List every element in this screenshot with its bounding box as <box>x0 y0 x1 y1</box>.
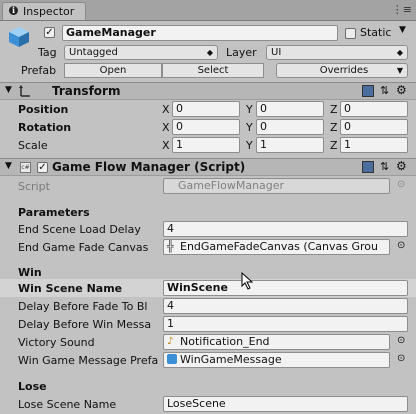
object-picker-icon[interactable]: ⊙ <box>397 335 405 346</box>
active-checkbox[interactable]: ✓ <box>44 27 55 38</box>
foldout-arrow-icon[interactable]: ▼ <box>5 161 12 171</box>
script-field: GameFlowManager <box>163 178 390 194</box>
win-prefab-label: Win Game Message Prefa <box>18 354 159 367</box>
rotation-label: Rotation <box>18 121 72 134</box>
object-picker-icon: ⊙ <box>397 179 406 190</box>
tag-dropdown[interactable]: Untagged ◆ <box>64 45 218 60</box>
rotation-x-label[interactable]: X <box>162 121 170 134</box>
gameobject-cube-icon <box>9 27 29 47</box>
fade-canvas-value: EndGameFadeCanvas (Canvas Grou <box>180 240 378 253</box>
scale-z-field[interactable]: 1 <box>340 137 408 153</box>
script-label: Script <box>18 180 50 193</box>
object-picker-icon[interactable]: ⊙ <box>397 353 405 364</box>
end-delay-field[interactable]: 4 <box>163 221 408 237</box>
scale-y-field[interactable]: 1 <box>256 137 324 153</box>
delay-win-field[interactable]: 1 <box>163 316 408 332</box>
scale-x-field[interactable]: 1 <box>172 137 240 153</box>
lose-scene-label: Lose Scene Name <box>18 398 117 411</box>
lose-scene-field[interactable]: LoseScene <box>163 396 408 412</box>
delay-fade-label: Delay Before Fade To Bl <box>18 300 148 313</box>
win-prefab-field[interactable]: WinGameMessage <box>163 352 390 368</box>
script-component-title: Game Flow Manager (Script) <box>52 160 246 174</box>
audio-clip-icon: ♪ <box>167 336 174 347</box>
position-z-label[interactable]: Z <box>330 103 338 116</box>
tab-bar: i Inspector ⋮≡ <box>0 0 416 21</box>
tag-label: Tag <box>38 46 57 59</box>
static-label: Static <box>360 26 392 39</box>
info-icon: i <box>9 6 18 15</box>
scale-y-label[interactable]: Y <box>246 139 253 152</box>
mouse-cursor-icon <box>241 272 254 290</box>
win-prefab-value: WinGameMessage <box>180 353 282 366</box>
fade-canvas-field[interactable]: ╬ EndGameFadeCanvas (Canvas Grou <box>163 239 390 255</box>
win-header: Win <box>18 266 42 279</box>
victory-sound-value: Notification_End <box>180 335 270 348</box>
position-x-label[interactable]: X <box>162 103 170 116</box>
end-delay-label: End Scene Load Delay <box>18 223 141 236</box>
scale-x-label[interactable]: X <box>162 139 170 152</box>
parameters-header: Parameters <box>18 206 90 219</box>
victory-sound-label: Victory Sound <box>18 336 95 349</box>
layer-value: UI <box>271 47 282 58</box>
gear-icon[interactable]: ⚙ <box>396 83 407 97</box>
preset-icon[interactable]: ⇅ <box>380 160 389 173</box>
rotation-z-field[interactable]: 0 <box>340 119 408 135</box>
rotation-y-label[interactable]: Y <box>246 121 253 134</box>
fade-canvas-label: End Game Fade Canvas <box>18 241 149 254</box>
position-label: Position <box>18 103 69 116</box>
dropdown-arrow-icon: ◆ <box>396 48 403 57</box>
position-y-label[interactable]: Y <box>246 103 253 116</box>
victory-sound-field[interactable]: ♪ Notification_End <box>163 334 390 350</box>
delay-fade-field[interactable]: 4 <box>163 298 408 314</box>
transform-icon <box>19 85 30 97</box>
win-scene-label: Win Scene Name <box>18 282 123 295</box>
foldout-arrow-icon[interactable]: ▼ <box>5 85 12 95</box>
script-component-header[interactable]: ▼ c# ✓ Game Flow Manager (Script) ⇅ ⚙ <box>0 158 416 176</box>
scale-label: Scale <box>18 139 48 152</box>
tab-label: Inspector <box>23 5 75 18</box>
csharp-script-icon: c# <box>20 162 31 173</box>
dropdown-arrow-icon: ▼ <box>396 66 403 75</box>
tag-value: Untagged <box>69 47 118 58</box>
rotation-x-field[interactable]: 0 <box>172 119 240 135</box>
static-dropdown-icon[interactable]: ▼ <box>399 25 406 35</box>
component-enabled-checkbox[interactable]: ✓ <box>37 162 48 173</box>
delay-win-label: Delay Before Win Messa <box>18 318 152 331</box>
overrides-dropdown[interactable]: Overrides ▼ <box>276 63 408 78</box>
prefab-select-button[interactable]: Select <box>162 63 264 78</box>
object-name-input[interactable]: GameManager <box>62 25 338 41</box>
layer-label: Layer <box>226 46 257 59</box>
transform-header[interactable]: ▼ Transform ⇅ ⚙ <box>0 82 416 100</box>
position-z-field[interactable]: 0 <box>340 101 408 117</box>
object-picker-icon[interactable]: ⊙ <box>397 240 405 251</box>
rotation-y-field[interactable]: 0 <box>256 119 324 135</box>
overrides-label: Overrides <box>319 65 369 76</box>
transform-title: Transform <box>52 84 121 98</box>
reference-book-icon[interactable] <box>362 161 374 173</box>
lose-header: Lose <box>18 380 47 393</box>
prefab-label: Prefab <box>21 64 57 77</box>
rotation-z-label[interactable]: Z <box>330 121 338 134</box>
position-x-field[interactable]: 0 <box>172 101 240 117</box>
reference-book-icon[interactable] <box>362 85 374 97</box>
prefab-open-button[interactable]: Open <box>64 63 162 78</box>
win-scene-field[interactable]: WinScene <box>163 280 408 296</box>
layer-dropdown[interactable]: UI ◆ <box>266 45 408 60</box>
static-checkbox[interactable] <box>345 28 356 39</box>
tab-inspector[interactable]: i Inspector <box>2 2 86 20</box>
dropdown-arrow-icon: ◆ <box>206 48 213 57</box>
tab-menu-icon[interactable]: ⋮≡ <box>392 3 412 16</box>
canvas-group-icon: ╬ <box>167 240 174 253</box>
preset-icon[interactable]: ⇅ <box>380 84 389 97</box>
gear-icon[interactable]: ⚙ <box>396 159 407 173</box>
prefab-icon <box>167 354 177 364</box>
scale-z-label[interactable]: Z <box>330 139 338 152</box>
position-y-field[interactable]: 0 <box>256 101 324 117</box>
